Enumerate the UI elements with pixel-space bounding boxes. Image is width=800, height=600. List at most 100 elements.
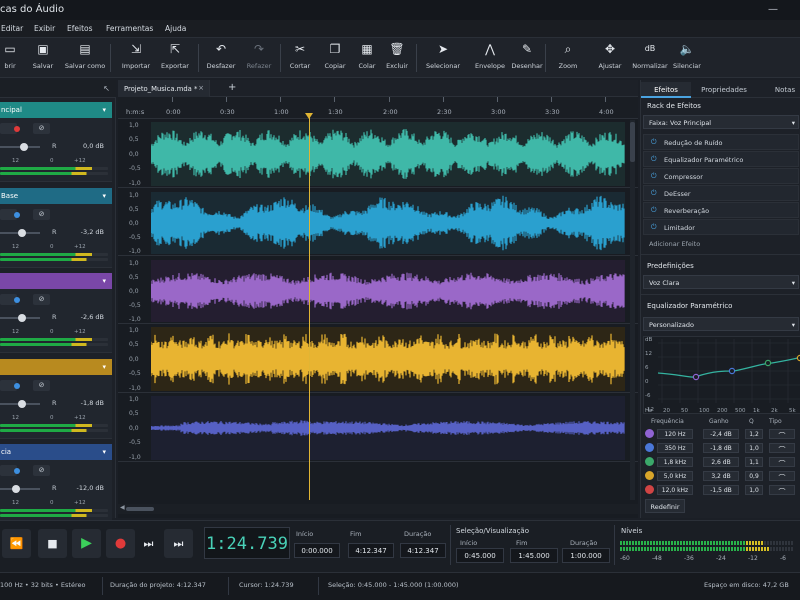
end-field[interactable]: 4:12.347 xyxy=(348,543,394,558)
power-icon[interactable]: ⏻ xyxy=(651,155,657,164)
eq-band-row[interactable]: 120 Hz -2,4 dB 1,2 ⌒ xyxy=(645,429,799,440)
toolbar-fit-button[interactable]: ✥ Ajustar xyxy=(596,38,624,78)
eq-frequency-field[interactable]: 12,0 kHz xyxy=(657,485,693,495)
eq-frequency-field[interactable]: 350 Hz xyxy=(657,443,693,453)
settings-button[interactable]: ⊘ xyxy=(33,380,50,391)
toolbar-magnifier-button[interactable]: ⌕ Zoom xyxy=(556,38,580,78)
power-icon[interactable]: ⏻ xyxy=(651,223,657,232)
eq-type-field[interactable]: ⌒ xyxy=(769,485,795,496)
menu-ajuda[interactable]: Ajuda xyxy=(165,24,186,33)
track-strip[interactable]: ncipal ▾ ⊘ R 0,0 dB 12 0 +12 xyxy=(0,102,112,182)
waveform-lane[interactable]: 1,0 0,5 0,0 -0,5 -1,0 xyxy=(118,190,638,256)
power-icon[interactable]: ⏻ xyxy=(651,138,657,147)
sel-end-field[interactable]: 1:45.000 xyxy=(510,548,558,563)
duration-field[interactable]: 4:12.347 xyxy=(400,543,446,558)
minimize-icon[interactable]: — xyxy=(768,4,778,15)
tab-efeitos[interactable]: Efeitos xyxy=(641,82,691,98)
preset-select[interactable]: Voz Clara ▾ xyxy=(643,275,799,289)
settings-button[interactable]: ⊘ xyxy=(33,209,50,220)
effect-item[interactable]: ⏻ Redução de Ruído xyxy=(643,134,799,150)
eq-type-field[interactable]: ⌒ xyxy=(769,457,795,468)
menu-ferramentas[interactable]: Ferramentas xyxy=(106,24,153,33)
sel-duration-field[interactable]: 1:00.000 xyxy=(562,548,610,563)
time-ruler[interactable]: h:m:s 0:00 0:30 1:00 1:30 2:00 2:30 3:00 3:30 4:… xyxy=(118,97,638,119)
horizontal-scrollbar[interactable]: ◀ xyxy=(118,504,638,514)
chevron-down-icon[interactable]: ▾ xyxy=(102,106,106,114)
waveform-lane[interactable]: 1,0 0,5 0,0 -0,5 -1,0 xyxy=(118,120,638,188)
eq-type-field[interactable]: ⌒ xyxy=(769,471,795,482)
chevron-down-icon[interactable]: ▾ xyxy=(102,363,106,371)
power-icon[interactable]: ⏻ xyxy=(651,172,657,181)
track-header[interactable]: ncipal ▾ xyxy=(0,102,112,118)
toolbar-import-button[interactable]: ⇲ Importar xyxy=(118,38,154,78)
eq-q-field[interactable]: 0,9 xyxy=(745,471,763,481)
rewind-button[interactable]: ⏪ xyxy=(2,529,31,558)
menu-efeitos[interactable]: Efeitos xyxy=(67,24,93,33)
eq-band-row[interactable]: 1,8 kHz 2,6 dB 1,1 ⌒ xyxy=(645,457,799,468)
effect-item[interactable]: ⏻ DeEsser xyxy=(643,185,799,201)
effect-item[interactable]: ⏻ Compressor xyxy=(643,168,799,184)
volume-knob[interactable] xyxy=(18,314,26,322)
band-power-icon[interactable] xyxy=(645,429,654,438)
eq-mode-select[interactable]: Personalizado ▾ xyxy=(643,317,799,331)
waveform-lane[interactable]: 1,0 0,5 0,0 -0,5 -1,0 xyxy=(118,258,638,324)
playhead[interactable] xyxy=(309,114,310,500)
toolbar-paste-button[interactable]: ▦ Colar xyxy=(355,38,379,78)
playhead-marker-icon[interactable] xyxy=(305,113,313,119)
toolbar-db-button[interactable]: dB Normalizar xyxy=(630,38,670,78)
track-strip[interactable]: ▾ ⊘ R -1,8 dB 12 0 +12 xyxy=(0,359,112,439)
volume-knob[interactable] xyxy=(18,229,26,237)
eq-frequency-field[interactable]: 120 Hz xyxy=(657,429,693,439)
eq-gain-field[interactable]: 3,2 dB xyxy=(703,471,739,481)
track-strip[interactable]: cia ▾ ⊘ R -12,0 dB 12 0 +12 xyxy=(0,444,112,524)
chevron-down-icon[interactable]: ▾ xyxy=(102,448,106,456)
eq-band-handle[interactable] xyxy=(764,359,772,367)
close-tab-icon[interactable]: × xyxy=(198,84,204,92)
forward-button[interactable]: ⏭ xyxy=(164,529,193,558)
eq-graph[interactable]: dB 12 6 0 -6 -12 Hz 20 50 100 200 500 1k 2k 5k xyxy=(643,336,800,414)
toolbar-cursor-button[interactable]: ➤ Selecionar xyxy=(423,38,463,78)
eq-frequency-field[interactable]: 5,0 kHz xyxy=(657,471,693,481)
toolbar-save-button[interactable]: ▣ Salvar xyxy=(30,38,56,78)
waveform-lane[interactable]: 1,0 0,5 0,0 -0,5 -1,0 xyxy=(118,325,638,393)
eq-gain-field[interactable]: -1,8 dB xyxy=(703,443,739,453)
track-header[interactable]: Base ▾ xyxy=(0,188,112,204)
play-button[interactable]: ▶ xyxy=(72,529,101,558)
toolbar-save-as-button[interactable]: ▤ Salvar como xyxy=(63,38,107,78)
menu-exibir[interactable]: Exibir xyxy=(34,24,55,33)
tab-propriedades[interactable]: Propriedades xyxy=(693,82,755,98)
band-power-icon[interactable] xyxy=(645,443,654,452)
tab-projeto[interactable]: Projeto_Musica.mda * × xyxy=(118,80,210,97)
effect-item[interactable]: ⏻ Limitador xyxy=(643,219,799,235)
chevron-down-icon[interactable]: ▾ xyxy=(102,192,106,200)
waveform-lane[interactable]: 1,0 0,5 0,0 -0,5 -1,0 xyxy=(118,394,638,462)
settings-button[interactable]: ⊘ xyxy=(33,123,50,134)
collapse-icon[interactable]: ↖ xyxy=(103,84,110,93)
band-power-icon[interactable] xyxy=(645,485,654,494)
sel-start-field[interactable]: 0:45.000 xyxy=(456,548,504,563)
eq-gain-field[interactable]: -1,5 dB xyxy=(703,485,739,495)
track-strip[interactable]: Base ▾ ⊘ R -3,2 dB 12 0 +12 xyxy=(0,188,112,268)
eq-band-row[interactable]: 350 Hz -1,8 dB 1,0 ⌒ xyxy=(645,443,799,454)
menu-editar[interactable]: Editar xyxy=(1,24,23,33)
add-effect-button[interactable]: Adicionar Efeito xyxy=(649,240,700,248)
eq-q-field[interactable]: 1,0 xyxy=(745,485,763,495)
eq-q-field[interactable]: 1,1 xyxy=(745,457,763,467)
settings-button[interactable]: ⊘ xyxy=(33,465,50,476)
effect-item[interactable]: ⏻ Reverberação xyxy=(643,202,799,218)
volume-knob[interactable] xyxy=(20,143,28,151)
toolbar-undo-button[interactable]: ↶ Desfazer xyxy=(205,38,237,78)
vertical-scrollbar[interactable] xyxy=(630,120,635,500)
toolbar-trash-button[interactable]: 🗑 Excluir xyxy=(384,38,410,78)
track-header[interactable]: ▾ xyxy=(0,273,112,289)
record-button[interactable]: ● xyxy=(106,529,135,558)
next-marker-button[interactable]: ⏭ xyxy=(134,529,163,558)
eq-type-field[interactable]: ⌒ xyxy=(769,429,795,440)
eq-q-field[interactable]: 1,0 xyxy=(745,443,763,453)
track-select[interactable]: Faixa: Voz Principal ▾ xyxy=(643,115,799,129)
track-header[interactable]: ▾ xyxy=(0,359,112,375)
reset-button[interactable]: Redefinir xyxy=(645,499,685,513)
chevron-down-icon[interactable]: ▾ xyxy=(102,277,106,285)
tab-notas[interactable]: Notas xyxy=(769,82,800,98)
toolbar-folder-open-button[interactable]: ▭ brir xyxy=(0,38,20,78)
